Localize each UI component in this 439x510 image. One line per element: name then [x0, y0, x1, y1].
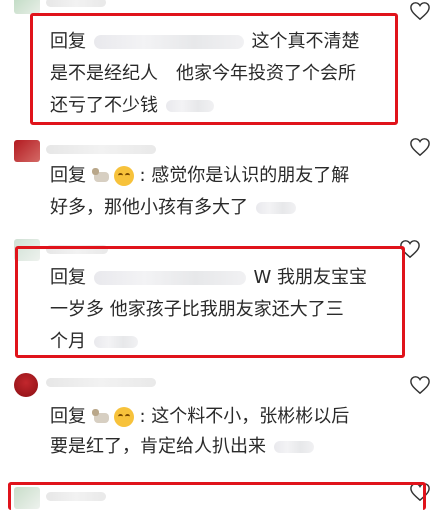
goat-icon — [91, 408, 112, 426]
heart-icon[interactable] — [409, 1, 431, 21]
blurred-timestamp — [255, 202, 296, 214]
avatar[interactable] — [14, 0, 40, 14]
reply-label: 回复 — [50, 406, 86, 427]
username-blurred[interactable] — [46, 145, 156, 154]
comment-line: 回复 : 这个料不小，张彬彬以后 — [50, 404, 349, 430]
reply-label: 回复 — [50, 165, 86, 186]
blurred-timestamp — [273, 441, 314, 453]
comment-line: 好多，那他小孩有多大了 — [50, 195, 298, 221]
comment-text: : 这个料不小，张彬彬以后 — [139, 406, 350, 427]
username-blurred[interactable] — [46, 0, 106, 7]
comment-line: 回复 : 感觉你是认识的朋友了解 — [50, 163, 349, 189]
avatar[interactable] — [14, 140, 40, 162]
username-blurred[interactable] — [46, 378, 156, 387]
grin-emoji-icon — [113, 166, 134, 186]
heart-icon[interactable] — [409, 375, 431, 395]
comment-text: 好多，那他小孩有多大了 — [50, 197, 248, 218]
highlight-box — [8, 482, 426, 510]
heart-icon[interactable] — [409, 137, 431, 157]
comment-text: : 感觉你是认识的朋友了解 — [139, 165, 350, 186]
grin-emoji-icon — [113, 407, 134, 427]
avatar[interactable] — [14, 373, 38, 397]
highlight-box — [30, 13, 398, 125]
comment-text: 要是红了，肯定给人扒出来 — [50, 436, 266, 457]
goat-icon — [91, 167, 112, 185]
comment-line: 要是红了，肯定给人扒出来 — [50, 434, 316, 460]
highlight-box — [15, 246, 405, 358]
